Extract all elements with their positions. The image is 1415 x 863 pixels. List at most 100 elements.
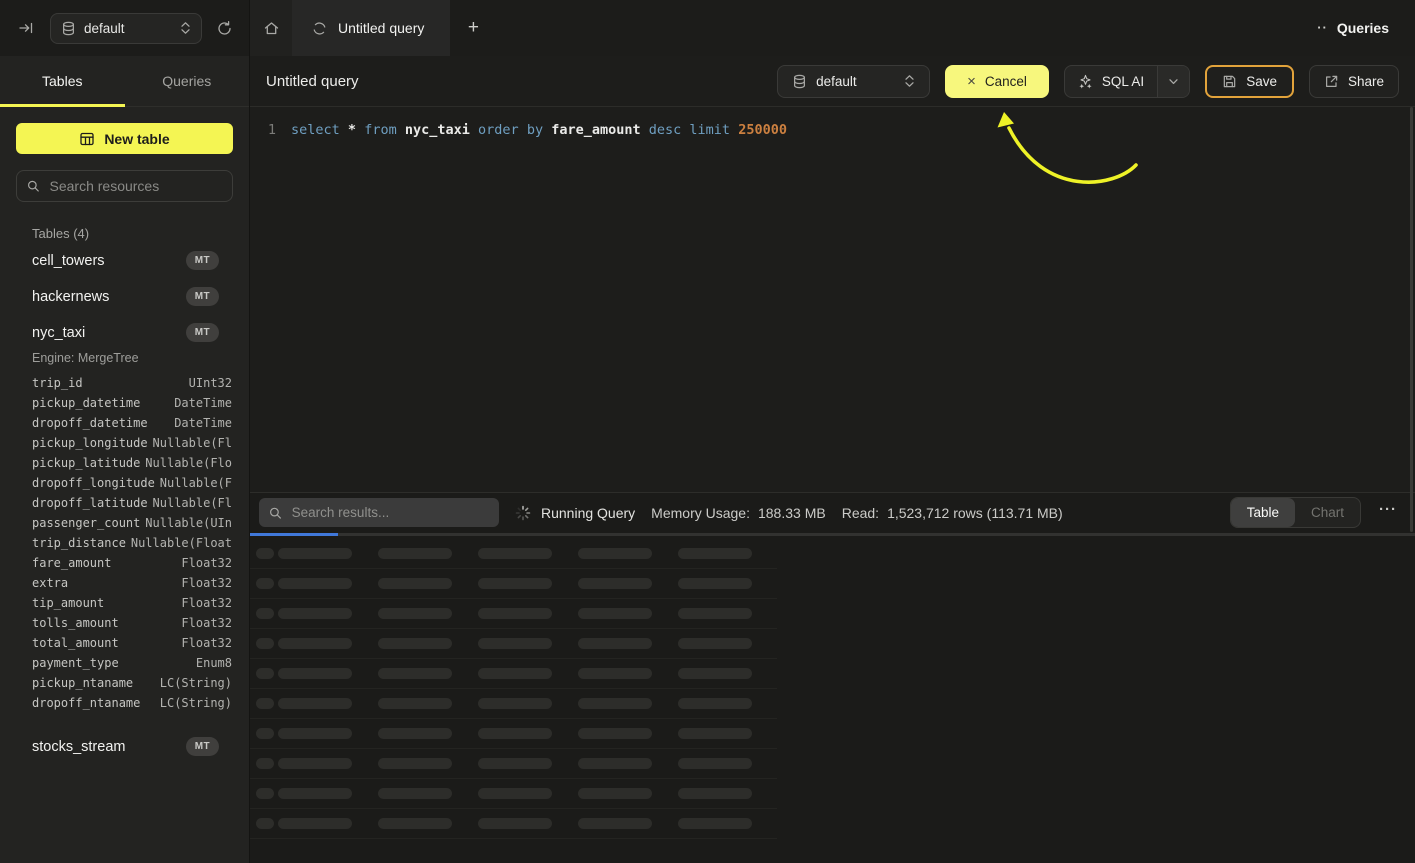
- column-row[interactable]: pickup_longitudeNullable(Fl: [32, 433, 232, 453]
- status-text: Running Query: [541, 505, 635, 521]
- read-value: 1,523,712 rows (113.71 MB): [887, 505, 1063, 521]
- memory-usage-stat: Memory Usage: 188.33 MB: [651, 505, 826, 521]
- column-row[interactable]: dropoff_ntanameLC(String): [32, 693, 232, 713]
- results-search[interactable]: [259, 498, 499, 527]
- skeleton-cell: [256, 818, 274, 829]
- skeleton-cell: [378, 698, 452, 709]
- refresh-icon[interactable]: [214, 18, 235, 39]
- column-type: Float32: [181, 636, 232, 650]
- skeleton-cell: [578, 788, 652, 799]
- skeleton-cell: [256, 608, 274, 619]
- tables-list: cell_towersMThackernewsMTnyc_taxiMTEngin…: [16, 244, 233, 763]
- table-item-stocks_stream[interactable]: stocks_streamMT: [16, 730, 233, 763]
- table-name: stocks_stream: [32, 739, 125, 755]
- more-options-button[interactable]: ···: [1377, 501, 1405, 524]
- column-type: Nullable(Fl: [153, 496, 232, 510]
- sql-token-number: 250000: [738, 122, 787, 138]
- column-row[interactable]: trip_distanceNullable(Float: [32, 533, 232, 553]
- skeleton-cell: [678, 548, 752, 559]
- column-row[interactable]: pickup_latitude Nullable(Flo: [32, 453, 232, 473]
- skeleton-cell: [478, 818, 552, 829]
- sql-ai-button[interactable]: SQL AI: [1065, 66, 1157, 97]
- query-status: Running Query: [515, 505, 635, 521]
- column-row[interactable]: passenger_countNullable(UIn: [32, 513, 232, 533]
- skeleton-cell: [378, 758, 452, 769]
- skeleton-cell: [578, 578, 652, 589]
- search-resources-input[interactable]: [48, 177, 223, 195]
- read-label: Read:: [842, 505, 879, 521]
- column-row[interactable]: total_amountFloat32: [32, 633, 232, 653]
- chevron-up-down-icon: [180, 21, 191, 35]
- share-button[interactable]: Share: [1309, 65, 1399, 98]
- table-name: cell_towers: [32, 253, 105, 269]
- collapse-sidebar-icon[interactable]: [14, 16, 38, 40]
- column-row[interactable]: dropoff_latitudeNullable(Fl: [32, 493, 232, 513]
- query-database-selector[interactable]: default: [777, 65, 930, 98]
- column-name: pickup_latitude: [32, 456, 140, 470]
- spacer: [16, 719, 233, 727]
- skeleton-row: [250, 599, 777, 629]
- column-row[interactable]: dropoff_datetimeDateTime: [32, 413, 232, 433]
- column-row[interactable]: tolls_amountFloat32: [32, 613, 232, 633]
- query-title: Untitled query: [266, 73, 359, 90]
- skeleton-cell: [578, 818, 652, 829]
- sidebar-tab-tables[interactable]: Tables: [0, 56, 125, 106]
- close-icon: ×: [967, 73, 976, 90]
- editor-scrollbar[interactable]: [1410, 107, 1413, 532]
- skeleton-cell: [578, 608, 652, 619]
- toggle-label: Table: [1247, 505, 1279, 520]
- home-tab[interactable]: [250, 0, 292, 56]
- skeleton-cell: [478, 728, 552, 739]
- sql-editor[interactable]: 1 select * from nyc_taxi order by fare_a…: [250, 107, 1415, 492]
- column-type: Nullable(Flo: [145, 456, 232, 470]
- view-toggle-chart[interactable]: Chart: [1295, 498, 1360, 527]
- view-toggle-table[interactable]: Table: [1231, 498, 1295, 527]
- read-stat: Read: 1,523,712 rows (113.71 MB): [842, 505, 1063, 521]
- tab-untitled-query[interactable]: Untitled query: [292, 0, 450, 56]
- sidebar-tab-queries[interactable]: Queries: [125, 56, 250, 106]
- query-progress-fill: [250, 533, 338, 536]
- sidebar-search[interactable]: [16, 170, 233, 202]
- skeleton-cell: [378, 668, 452, 679]
- column-name: payment_type: [32, 656, 119, 670]
- skeleton-cell: [478, 608, 552, 619]
- queries-icon: ··: [1317, 25, 1328, 31]
- skeleton-cell: [278, 548, 352, 559]
- database-selector[interactable]: default: [50, 13, 202, 44]
- column-row[interactable]: extraFloat32: [32, 573, 232, 593]
- skeleton-row: [250, 659, 777, 689]
- new-table-button[interactable]: New table: [16, 123, 233, 154]
- sql-ai-dropdown-button[interactable]: [1157, 66, 1189, 97]
- view-toggle: Table Chart: [1230, 497, 1361, 528]
- new-tab-button[interactable]: +: [450, 0, 496, 56]
- skeleton-cell: [278, 698, 352, 709]
- search-results-input[interactable]: [290, 504, 489, 521]
- column-row[interactable]: payment_typeEnum8: [32, 653, 232, 673]
- column-name: tip_amount: [32, 596, 104, 610]
- sql-token-keyword: desc: [649, 122, 682, 138]
- engine-badge: MT: [186, 287, 219, 306]
- column-type: UInt32: [189, 376, 232, 390]
- table-item-nyc_taxi[interactable]: nyc_taxiMT: [16, 316, 233, 349]
- queries-menu-button[interactable]: ·· Queries: [1291, 0, 1415, 56]
- column-row[interactable]: trip_idUInt32: [32, 373, 232, 393]
- query-progress-bar: [250, 533, 1415, 536]
- column-row[interactable]: fare_amountFloat32: [32, 553, 232, 573]
- column-name: pickup_datetime: [32, 396, 140, 410]
- sql-token-ident: nyc_taxi: [405, 122, 470, 138]
- sql-token-keyword: order: [478, 122, 519, 138]
- column-row[interactable]: pickup_ntanameLC(String): [32, 673, 232, 693]
- column-row[interactable]: tip_amountFloat32: [32, 593, 232, 613]
- column-row[interactable]: dropoff_longitudeNullable(F: [32, 473, 232, 493]
- table-item-cell_towers[interactable]: cell_towersMT: [16, 244, 233, 277]
- column-row[interactable]: pickup_datetimeDateTime: [32, 393, 232, 413]
- sql-token-plain: [356, 122, 364, 138]
- skeleton-cell: [678, 728, 752, 739]
- engine-label: Engine: MergeTree: [32, 351, 233, 365]
- cancel-button[interactable]: × Cancel: [945, 65, 1049, 98]
- table-item-hackernews[interactable]: hackernewsMT: [16, 280, 233, 313]
- save-button[interactable]: Save: [1205, 65, 1294, 98]
- skeleton-cell: [278, 788, 352, 799]
- skeleton-cell: [378, 788, 452, 799]
- database-icon: [792, 74, 807, 89]
